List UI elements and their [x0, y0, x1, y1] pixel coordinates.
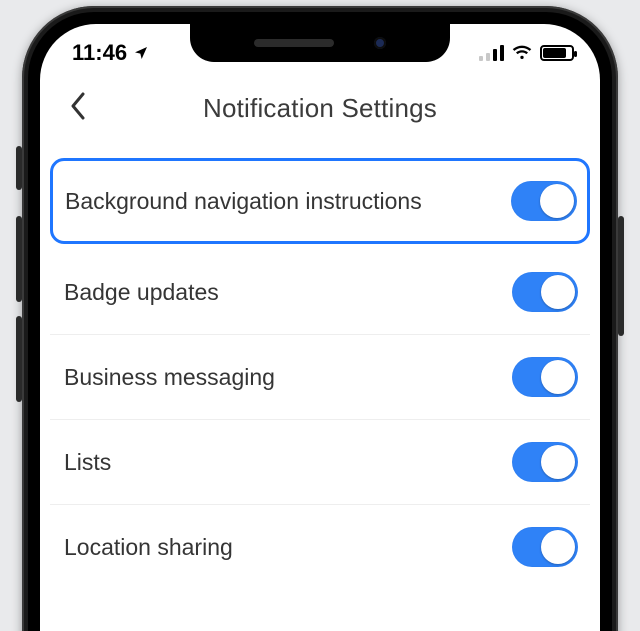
- setting-row-business-messaging: Business messaging: [50, 335, 590, 420]
- location-arrow-icon: [133, 45, 149, 61]
- front-camera: [374, 37, 386, 49]
- battery-icon: [540, 45, 574, 61]
- power-button: [618, 216, 624, 336]
- toggle-background-navigation[interactable]: [511, 181, 577, 221]
- status-time: 11:46: [72, 40, 127, 66]
- page-title: Notification Settings: [203, 93, 437, 124]
- toggle-badge-updates[interactable]: [512, 272, 578, 312]
- settings-list: Background navigation instructions Badge…: [40, 140, 600, 589]
- back-button[interactable]: [58, 88, 98, 128]
- setting-label: Location sharing: [64, 534, 512, 561]
- phone-frame: 11:46: [22, 6, 618, 631]
- mute-switch: [16, 146, 22, 190]
- toggle-business-messaging[interactable]: [512, 357, 578, 397]
- setting-label: Badge updates: [64, 279, 512, 306]
- wifi-icon: [512, 40, 532, 66]
- header: Notification Settings: [40, 76, 600, 140]
- volume-down-button: [16, 316, 22, 402]
- cellular-signal-icon: [479, 45, 504, 61]
- setting-row-background-navigation: Background navigation instructions: [50, 158, 590, 244]
- volume-up-button: [16, 216, 22, 302]
- toggle-lists[interactable]: [512, 442, 578, 482]
- notch: [190, 24, 450, 62]
- setting-label: Background navigation instructions: [65, 188, 511, 215]
- speaker-grille: [254, 39, 334, 47]
- setting-row-badge-updates: Badge updates: [50, 250, 590, 335]
- setting-label: Business messaging: [64, 364, 512, 391]
- setting-row-location-sharing: Location sharing: [50, 505, 590, 589]
- setting-row-lists: Lists: [50, 420, 590, 505]
- chevron-left-icon: [69, 92, 87, 125]
- screen: 11:46: [40, 24, 600, 631]
- toggle-location-sharing[interactable]: [512, 527, 578, 567]
- setting-label: Lists: [64, 449, 512, 476]
